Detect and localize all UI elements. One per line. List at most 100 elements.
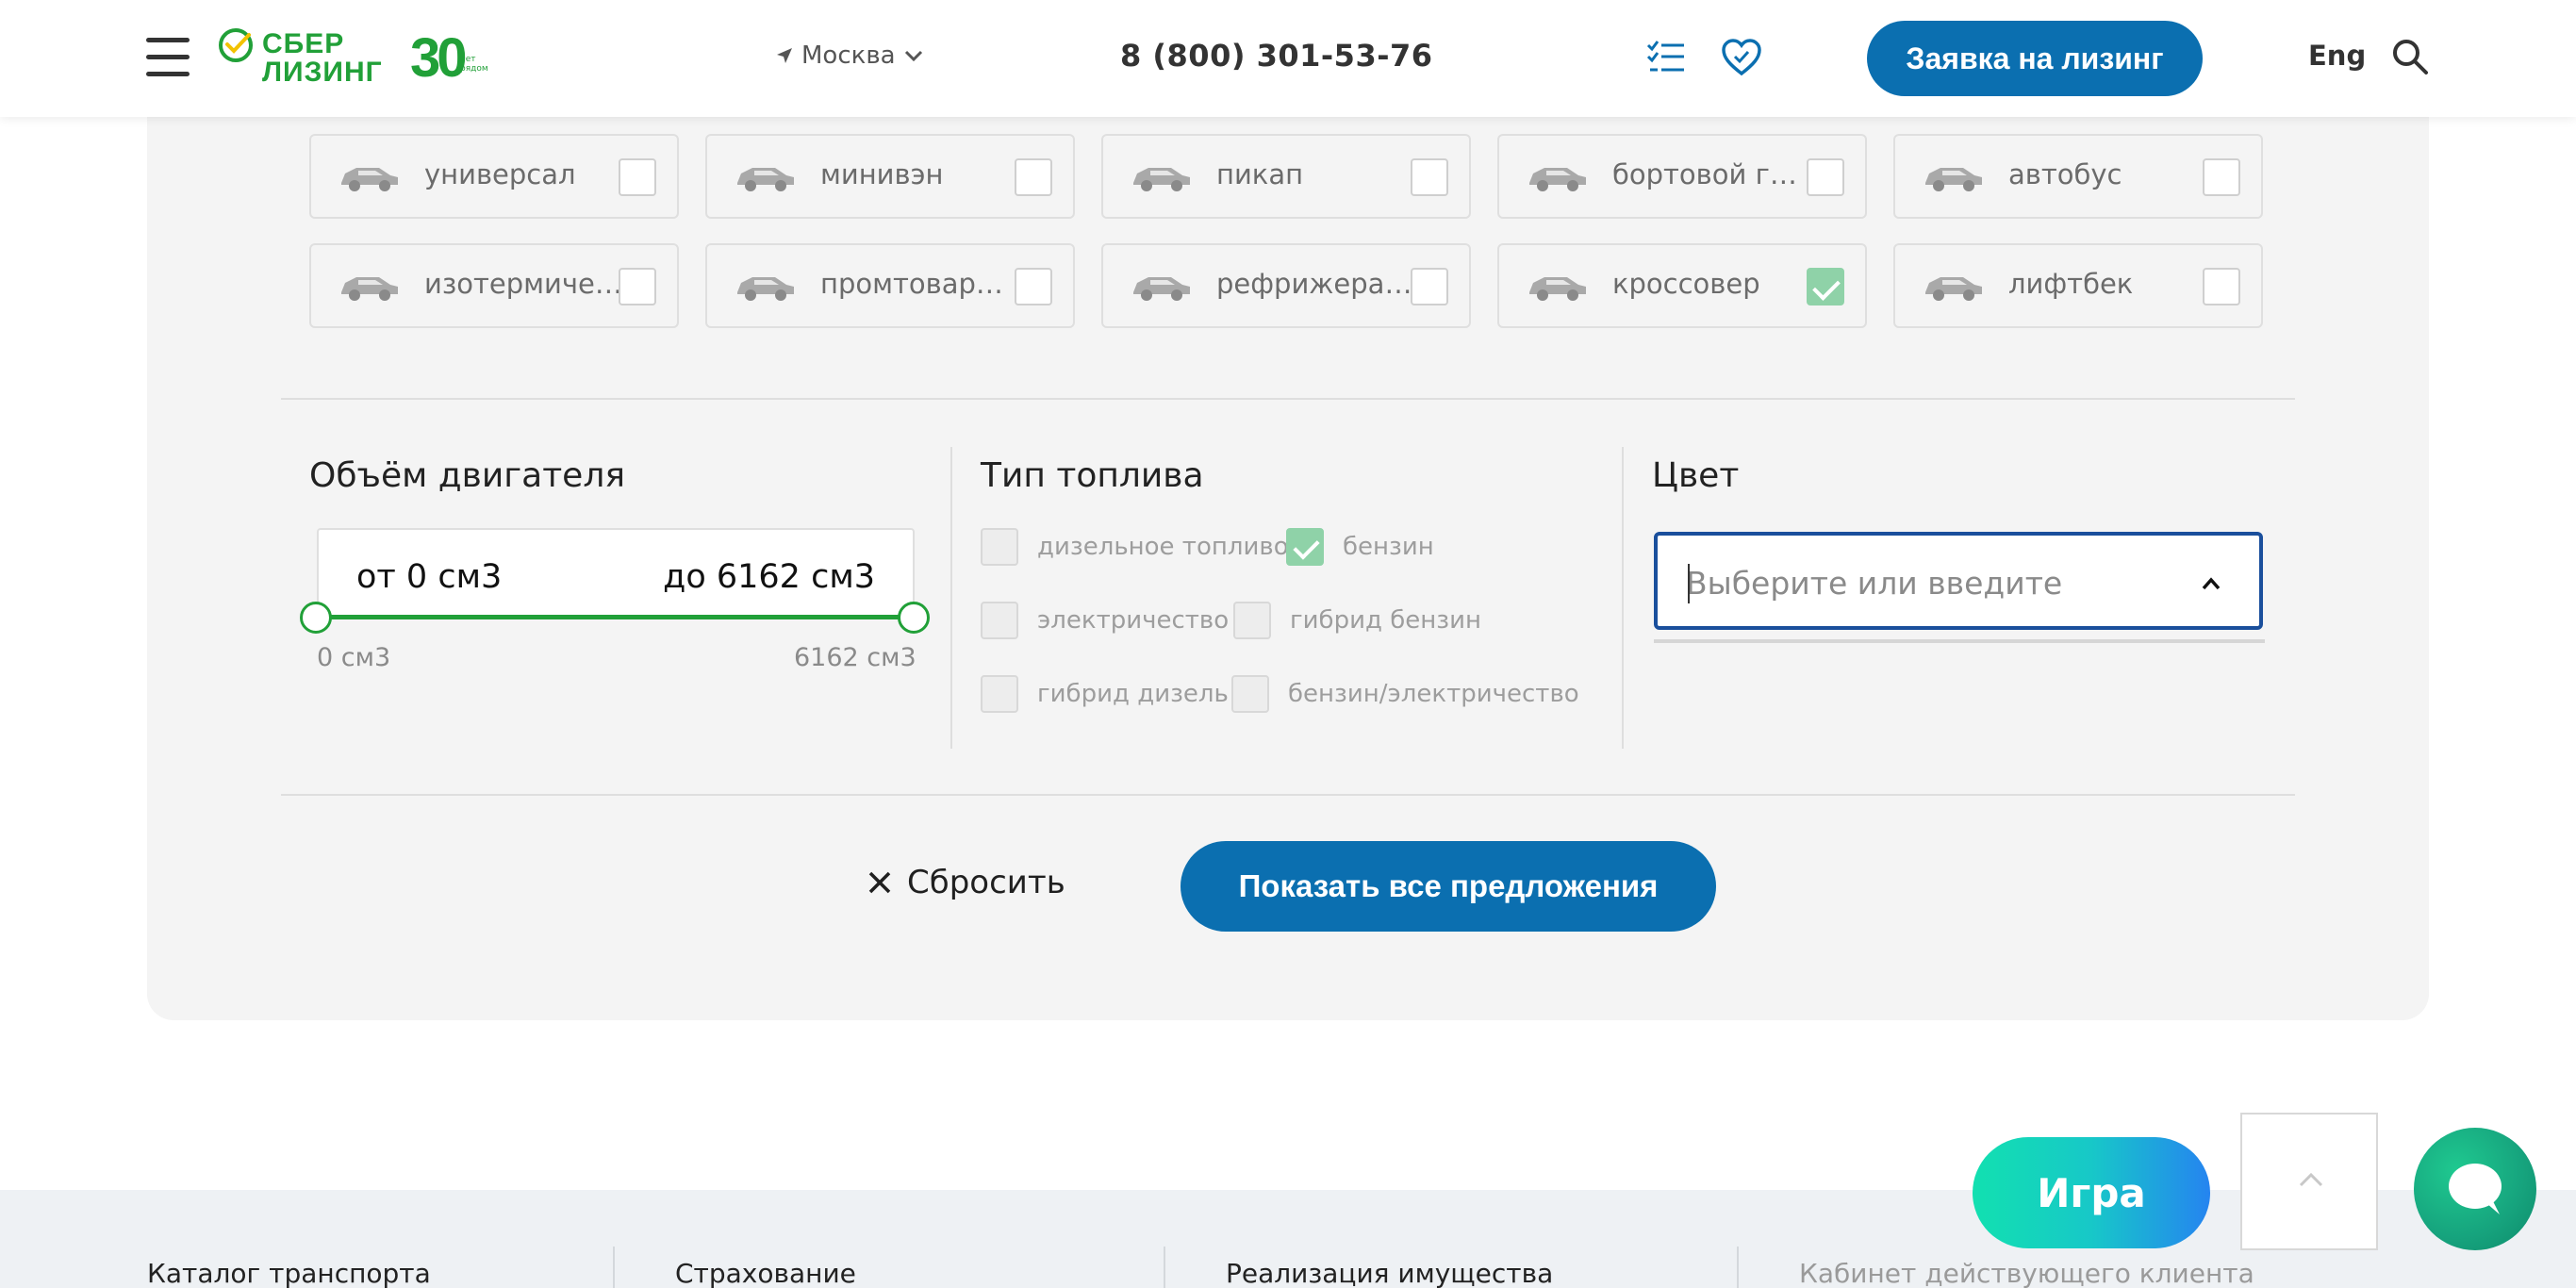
body-type-checkbox[interactable] xyxy=(2203,268,2240,305)
body-type-option[interactable]: рефрижерат... xyxy=(1101,243,1471,328)
body-type-checkbox[interactable] xyxy=(1411,268,1448,305)
logo[interactable]: СБЕР ЛИЗИНГ 30 лет рядом xyxy=(217,26,500,89)
fuel-option[interactable]: дизельное топливо xyxy=(981,528,1289,566)
favorites-heart-icon[interactable] xyxy=(1720,36,1763,79)
fuel-label: гибрид дизель xyxy=(1037,680,1229,708)
footer-link-catalog[interactable]: Каталог транспорта xyxy=(147,1258,431,1288)
body-type-option[interactable]: промтоварны... xyxy=(705,243,1075,328)
text-caret xyxy=(1688,564,1690,603)
body-type-checkbox[interactable] xyxy=(1807,158,1844,196)
phone-number[interactable]: 8 (800) 301-53-76 xyxy=(1120,38,1433,74)
show-all-offers-button[interactable]: Показать все предложения xyxy=(1181,841,1716,932)
vehicle-icon xyxy=(1925,277,1982,301)
compare-list-icon[interactable] xyxy=(1644,36,1688,79)
logo-sub: лет рядом xyxy=(460,55,488,74)
vehicle-icon xyxy=(1133,168,1190,191)
fuel-option[interactable]: гибрид бензин xyxy=(1233,602,1481,639)
body-type-label: универсал xyxy=(424,158,576,190)
body-type-label: бортовой гру... xyxy=(1612,158,1810,190)
fuel-label: электричество xyxy=(1037,606,1230,635)
city-selector[interactable]: Москва xyxy=(775,41,924,70)
body-type-option[interactable]: бортовой гру... xyxy=(1497,134,1867,219)
location-arrow-icon xyxy=(777,48,792,63)
vehicle-icon xyxy=(1529,277,1586,301)
vehicle-icon xyxy=(341,168,398,191)
body-type-option[interactable]: лифтбек xyxy=(1893,243,2263,328)
section-divider xyxy=(281,794,2295,796)
vehicle-icon xyxy=(1529,168,1586,191)
fuel-checkbox[interactable] xyxy=(981,675,1018,713)
body-type-option[interactable]: кроссовер xyxy=(1497,243,1867,328)
body-type-label: автобус xyxy=(2008,158,2122,190)
engine-slider-track[interactable] xyxy=(317,615,915,619)
color-title: Цвет xyxy=(1652,456,1740,495)
body-type-label: пикап xyxy=(1216,158,1304,190)
chevron-down-icon xyxy=(904,50,922,62)
fuel-option[interactable]: гибрид дизель xyxy=(981,675,1229,713)
footer-separator xyxy=(1164,1247,1165,1288)
logo-30: 30 xyxy=(410,27,467,89)
engine-slider-min-handle[interactable] xyxy=(300,602,332,634)
site-header: СБЕР ЛИЗИНГ 30 лет рядом Москва 8 (800) … xyxy=(0,0,2576,117)
game-button[interactable]: Игра xyxy=(1973,1137,2210,1248)
reset-label: Сбросить xyxy=(907,864,1065,901)
body-type-option[interactable]: универсал xyxy=(309,134,679,219)
body-type-checkbox[interactable] xyxy=(1807,268,1844,305)
fuel-option[interactable]: бензин/электричество xyxy=(1231,675,1579,713)
color-search-input[interactable] xyxy=(1686,564,2176,602)
section-divider xyxy=(281,398,2295,400)
chat-button[interactable] xyxy=(2414,1128,2536,1250)
fuel-checkbox[interactable] xyxy=(1233,602,1271,639)
fuel-checkbox[interactable] xyxy=(981,602,1018,639)
body-type-checkbox[interactable] xyxy=(619,268,656,305)
logo-line1: СБЕР xyxy=(262,28,345,59)
vehicle-icon xyxy=(737,277,794,301)
footer-link-client-cabinet[interactable]: Кабинет действующего клиента xyxy=(1799,1258,2254,1288)
fuel-option[interactable]: электричество xyxy=(981,602,1229,639)
search-icon[interactable] xyxy=(2391,38,2429,75)
body-type-checkbox[interactable] xyxy=(1411,158,1448,196)
body-type-option[interactable]: пикап xyxy=(1101,134,1471,219)
fuel-label: бензин xyxy=(1343,533,1434,561)
engine-max-label: 6162 см3 xyxy=(794,643,916,672)
column-separator xyxy=(950,447,952,749)
chevron-up-icon[interactable] xyxy=(2201,573,2221,594)
engine-slider-max-handle[interactable] xyxy=(898,602,930,634)
fuel-label: дизельное топливо xyxy=(1037,533,1289,561)
engine-min-label: 0 см3 xyxy=(317,643,391,672)
footer-link-insurance[interactable]: Страхование xyxy=(675,1258,856,1288)
footer-link-property-sale[interactable]: Реализация имущества xyxy=(1226,1258,1553,1288)
body-type-checkbox[interactable] xyxy=(2203,158,2240,196)
engine-from-value: от 0 см3 xyxy=(356,558,503,596)
fuel-checkbox[interactable] xyxy=(1286,528,1324,566)
body-type-checkbox[interactable] xyxy=(619,158,656,196)
fuel-option[interactable]: бензин xyxy=(1286,528,1434,566)
fuel-checkbox[interactable] xyxy=(981,528,1018,566)
body-type-label: лифтбек xyxy=(2008,268,2134,300)
lease-request-button[interactable]: Заявка на лизинг xyxy=(1867,21,2203,96)
body-type-option[interactable]: автобус xyxy=(1893,134,2263,219)
body-type-label: промтоварны... xyxy=(820,268,1018,300)
sber-logo-icon xyxy=(219,28,253,62)
color-select[interactable] xyxy=(1654,532,2263,630)
fuel-checkbox[interactable] xyxy=(1231,675,1269,713)
engine-range-display[interactable]: от 0 см3 до 6162 см3 xyxy=(317,528,915,619)
reset-button[interactable]: Сбросить xyxy=(867,864,1065,901)
close-icon xyxy=(868,871,891,894)
menu-icon[interactable] xyxy=(146,38,190,77)
body-type-checkbox[interactable] xyxy=(1015,158,1052,196)
body-type-checkbox[interactable] xyxy=(1015,268,1052,305)
body-type-option[interactable]: минивэн xyxy=(705,134,1075,219)
engine-volume-title: Объём двигателя xyxy=(309,456,625,495)
fuel-type-title: Тип топлива xyxy=(981,456,1204,495)
body-type-option[interactable]: изотермическ... xyxy=(309,243,679,328)
chevron-up-icon xyxy=(2299,1172,2323,1187)
fuel-label: гибрид бензин xyxy=(1290,606,1481,635)
scroll-top-button[interactable] xyxy=(2240,1113,2378,1250)
body-type-label: рефрижерат... xyxy=(1216,268,1414,300)
vehicle-icon xyxy=(1925,168,1982,191)
body-type-label: минивэн xyxy=(820,158,944,190)
footer-separator xyxy=(613,1247,615,1288)
footer-separator xyxy=(1737,1247,1739,1288)
language-switch[interactable]: Eng xyxy=(2308,40,2366,72)
